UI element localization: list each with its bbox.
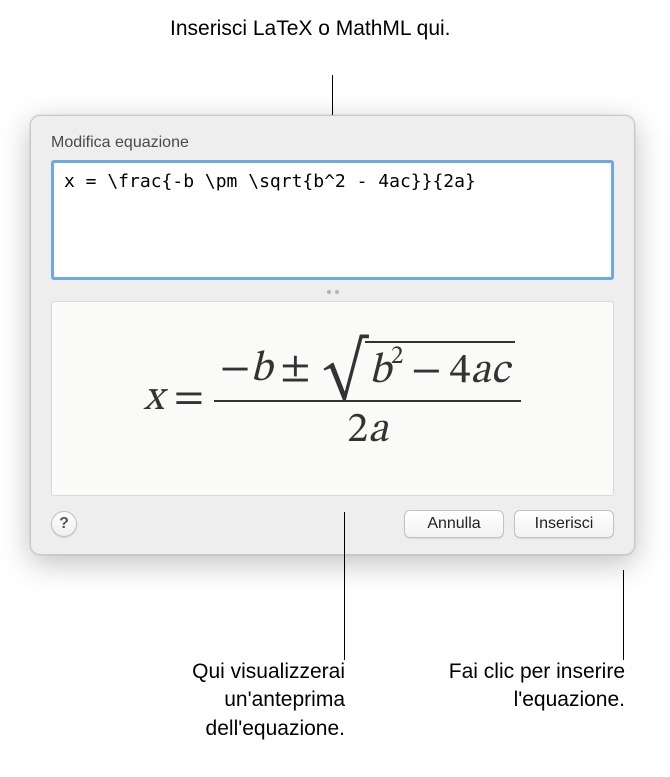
latex-input[interactable] <box>51 160 614 280</box>
eq-b2-exp: 2 <box>391 341 403 372</box>
equation-editor-dialog: Modifica equazione x = − b ± √ b2 − 4 <box>30 115 635 555</box>
eq-pm: ± <box>280 343 310 396</box>
eq-sqrt: √ b2 − 4 a c <box>322 341 515 398</box>
callout-leader-line <box>344 512 345 660</box>
insert-button[interactable]: Inserisci <box>514 510 614 538</box>
eq-minus: − <box>220 343 250 396</box>
callout-bottom-right: Fai clic per inserire l'equazione. <box>445 658 625 715</box>
help-button[interactable]: ? <box>51 511 77 537</box>
eq-numerator: − b ± √ b2 − 4 a c <box>214 339 521 400</box>
eq-den-a: a <box>368 404 388 457</box>
eq-lhs: x <box>144 372 164 425</box>
equation-preview: x = − b ± √ b2 − 4 a c <box>51 301 614 496</box>
eq-denominator: 2 a <box>341 402 394 459</box>
callout-leader-line <box>623 570 624 660</box>
rendered-equation: x = − b ± √ b2 − 4 a c <box>144 339 522 459</box>
eq-minus-2: − <box>411 345 441 398</box>
dialog-title: Modifica equazione <box>51 134 614 152</box>
eq-radicand: b2 − 4 a c <box>365 341 515 398</box>
dialog-button-row: ? Annulla Inserisci <box>51 510 614 538</box>
cancel-button[interactable]: Annulla <box>404 510 504 538</box>
radical-icon: √ <box>322 347 366 397</box>
callout-top: Inserisci LaTeX o MathML qui. <box>170 15 451 43</box>
eq-four: 4 <box>450 345 471 398</box>
eq-b2-b: b <box>369 345 391 398</box>
callout-bottom-left: Qui visualizzerai un'anteprima dell'equa… <box>125 658 345 743</box>
eq-c: c <box>491 345 510 398</box>
eq-b: b <box>250 343 272 396</box>
eq-a: a <box>470 345 490 398</box>
eq-two: 2 <box>347 404 368 457</box>
resize-grip[interactable] <box>326 289 340 295</box>
eq-equals: = <box>174 372 204 425</box>
eq-fraction: − b ± √ b2 − 4 a c <box>214 339 521 459</box>
